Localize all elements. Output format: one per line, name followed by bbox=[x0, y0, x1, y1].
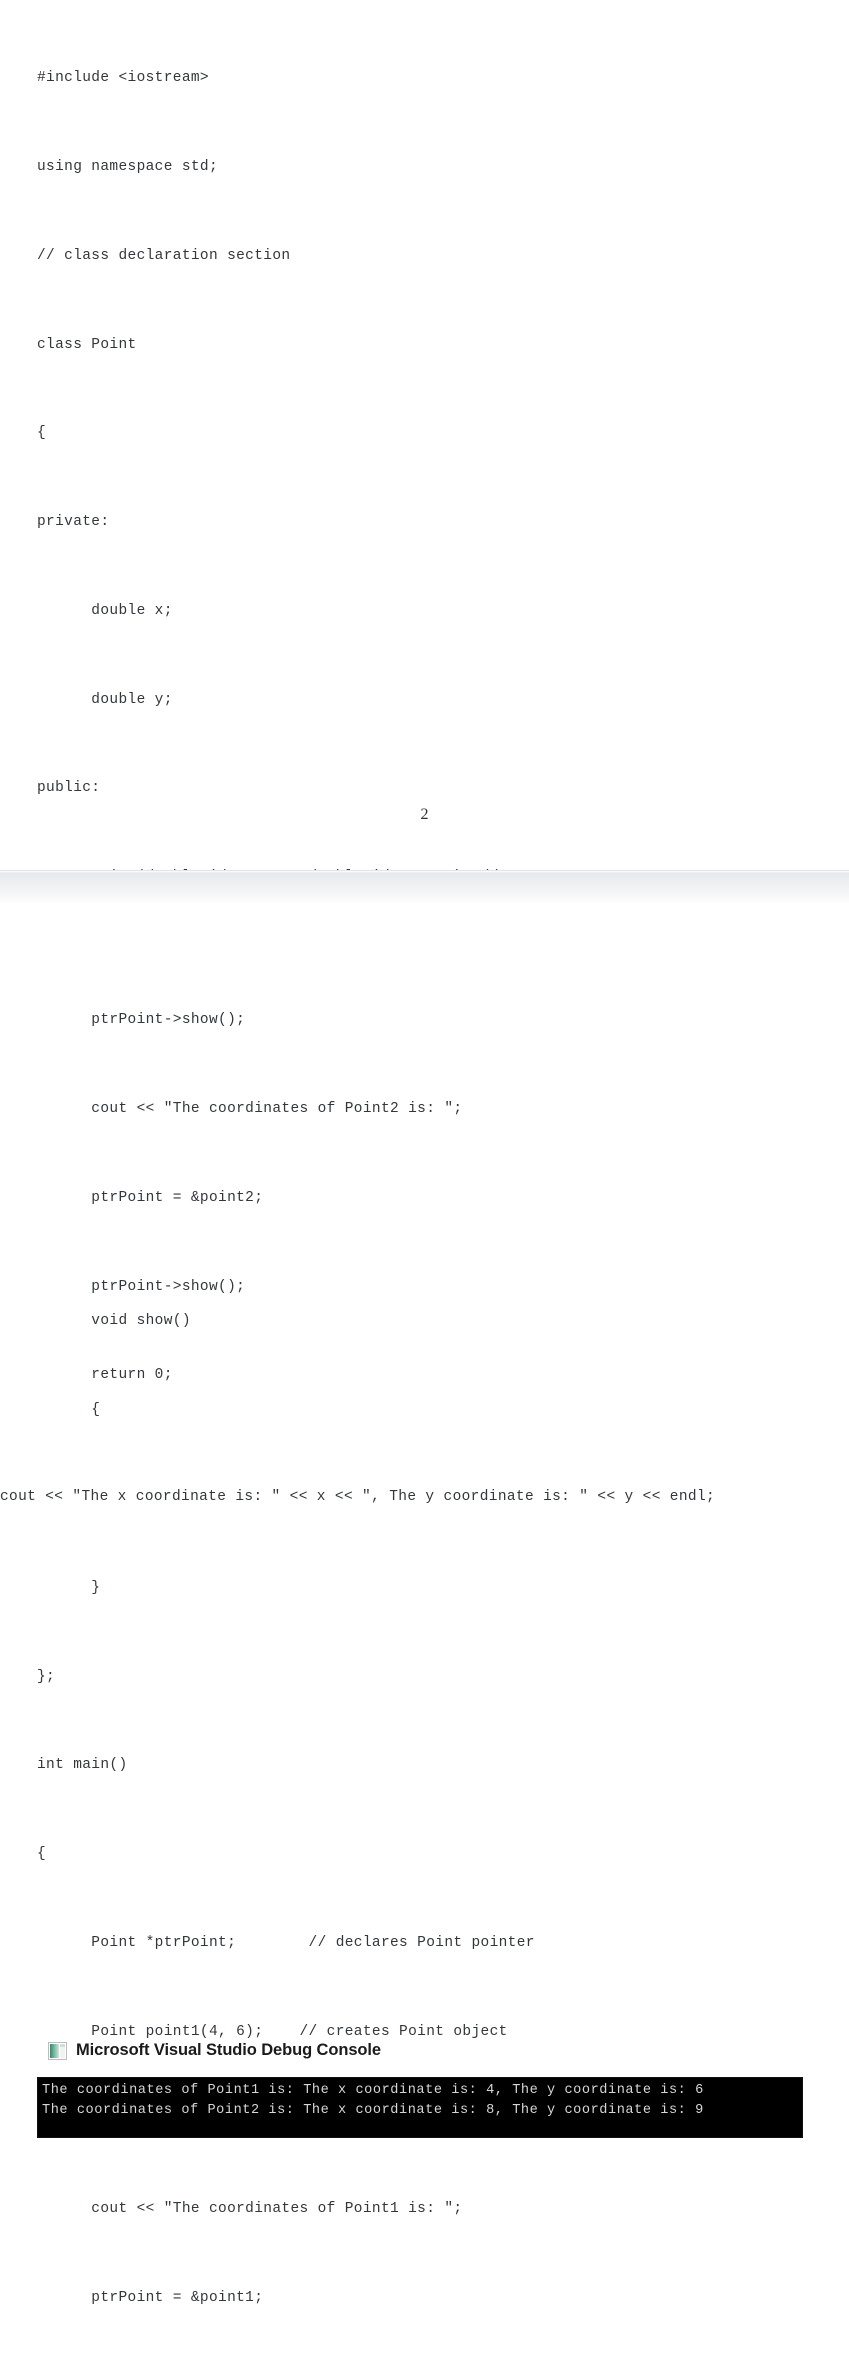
page-separator bbox=[0, 870, 849, 906]
console-output-line: The coordinates of Point2 is: The x coor… bbox=[42, 2103, 704, 2118]
code-line: int main() bbox=[37, 1757, 128, 1774]
code-line: }; bbox=[37, 1668, 56, 1685]
code-line: { bbox=[37, 1846, 47, 1863]
console-titlebar: Microsoft Visual Studio Debug Console bbox=[48, 2041, 381, 2060]
code-line: } bbox=[0, 1450, 849, 1480]
code-line: ptrPoint->show(); bbox=[37, 1278, 246, 1295]
console-output-line: The coordinates of Point1 is: The x coor… bbox=[42, 2083, 704, 2098]
code-line: public: bbox=[37, 780, 101, 797]
code-line: ptrPoint = &point1; bbox=[37, 2290, 264, 2307]
code-line: double x; bbox=[37, 602, 173, 619]
code-line: ptrPoint->show(); bbox=[37, 1012, 246, 1029]
code-line: private: bbox=[37, 514, 110, 531]
code-line: cout << "The coordinates of Point2 is: "… bbox=[37, 1100, 463, 1117]
code-line: return 0; bbox=[37, 1367, 173, 1384]
code-line: Point *ptrPoint; // declares Point point… bbox=[37, 1935, 535, 1951]
code-line: cout << "The coordinates of Point1 is: "… bbox=[37, 2201, 463, 2218]
console-output-window[interactable]: The coordinates of Point1 is: The x coor… bbox=[37, 2077, 803, 2138]
document-page-bottom: ptrPoint->show(); cout << "The coordinat… bbox=[0, 905, 849, 2138]
code-listing-bottom: ptrPoint->show(); cout << "The coordinat… bbox=[0, 905, 849, 1539]
code-line: using namespace std; bbox=[37, 158, 219, 175]
page-number: 2 bbox=[420, 806, 429, 823]
code-line: ptrPoint = &point2; bbox=[37, 1189, 264, 1206]
code-line: #include <iostream> bbox=[37, 70, 209, 87]
code-line: { bbox=[37, 425, 47, 442]
document-page-top: #include <iostream> using namespace std;… bbox=[0, 0, 849, 2306]
code-line: // class declaration section bbox=[37, 247, 291, 264]
code-line: class Point bbox=[37, 336, 137, 353]
console-title-label: Microsoft Visual Studio Debug Console bbox=[76, 2041, 381, 2059]
code-line: } bbox=[37, 1579, 101, 1596]
code-line: double y; bbox=[37, 691, 173, 708]
visual-studio-console-icon bbox=[48, 2041, 67, 2060]
